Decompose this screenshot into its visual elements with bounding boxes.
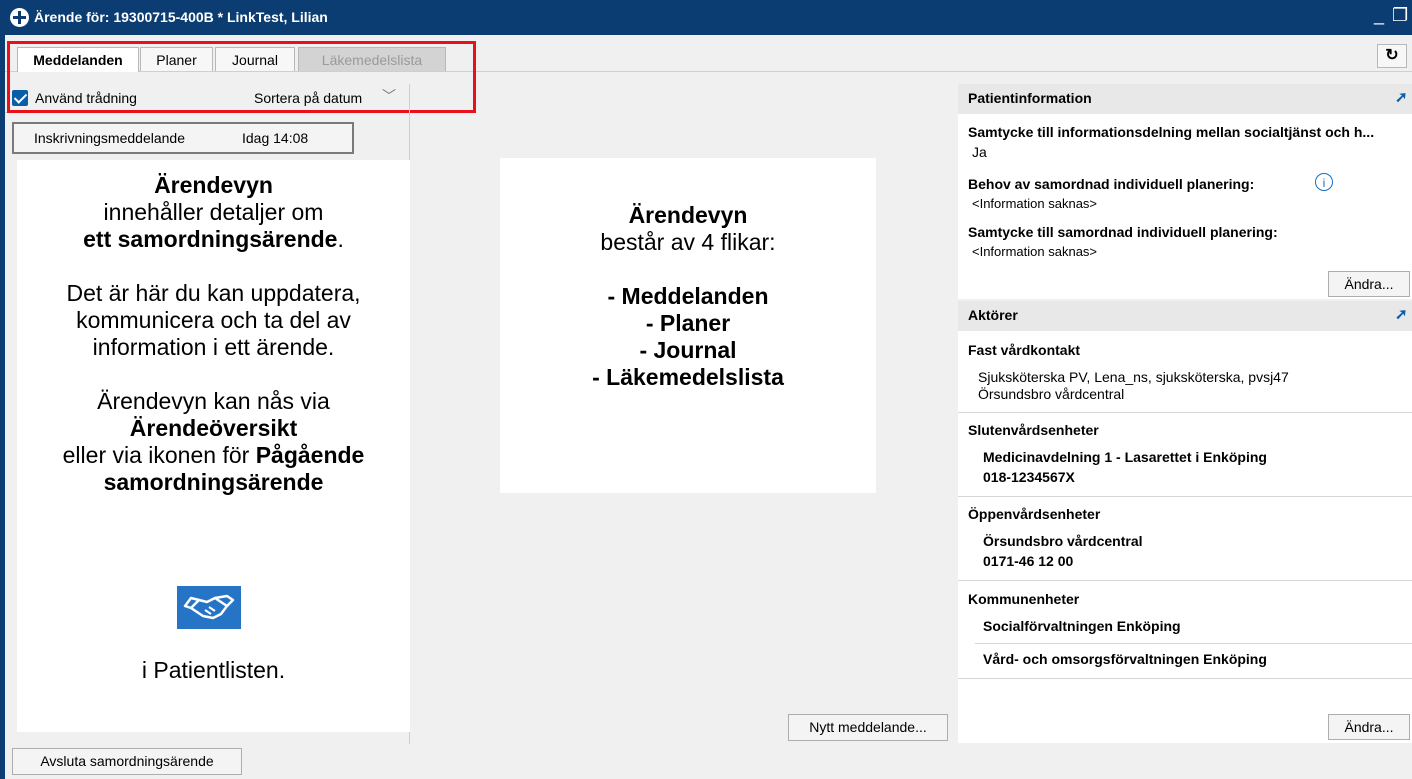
callout-center-item: - Journal (639, 337, 737, 363)
info-icon[interactable]: i (1315, 173, 1333, 191)
callout-left-emph: samordningsärende (103, 469, 324, 495)
callout-left: Ärendevyn innehåller detaljer om ett sam… (17, 160, 410, 732)
handshake-icon (177, 586, 241, 629)
callout-left-emph: ett samordningsärende (83, 226, 338, 252)
patient-info-header: Patientinformation (958, 84, 1412, 114)
municipal-unit-1: Socialförvaltningen Enköping (983, 618, 1181, 634)
municipal-label: Kommunenheter (968, 591, 1080, 607)
fast-contact-unit: Örsundsbro vårdcentral (978, 386, 1125, 402)
actors-edit-button[interactable]: Ändra... (1328, 714, 1410, 740)
outpatient-name: Örsundsbro vårdcentral (983, 533, 1143, 549)
divider (958, 412, 1412, 413)
need-value: <Information saknas> (972, 196, 1098, 211)
need-label: Behov av samordnad individuell planering… (968, 176, 1255, 192)
message-time: Idag 14:08 (242, 130, 309, 146)
callout-left-line: eller via ikonen för (62, 442, 256, 468)
callout-left-emph: Ärendeöversikt (129, 415, 298, 441)
callout-center-item: - Läkemedelslista (592, 364, 784, 390)
tabs-highlight-frame (7, 41, 476, 113)
fast-contact-name: Sjuksköterska PV, Lena_ns, sjuksköterska… (978, 369, 1289, 385)
callout-left-punct: . (337, 226, 344, 252)
callout-center: Ärendevyn består av 4 flikar: - Meddelan… (500, 158, 876, 493)
divider (958, 580, 1412, 581)
message-title: Inskrivningsmeddelande (34, 130, 185, 146)
callout-left-line: information i ett ärende. (92, 334, 335, 360)
minimize-icon[interactable]: _ (1374, 5, 1384, 26)
callout-left-heading: Ärendevyn (154, 172, 273, 198)
callout-center-line: består av 4 flikar: (600, 229, 776, 255)
pin-icon[interactable]: ➚ (1395, 88, 1408, 106)
divider (975, 643, 1412, 644)
outpatient-phone: 0171-46 12 00 (983, 553, 1074, 569)
callout-left-line: kommunicera och ta del av (76, 307, 351, 333)
divider (958, 496, 1412, 497)
callout-center-item: - Planer (645, 310, 731, 336)
sip-consent-value: <Information saknas> (972, 244, 1098, 259)
new-message-button[interactable]: Nytt meddelande... (788, 714, 948, 741)
inpatient-name: Medicinavdelning 1 - Lasarettet i Enköpi… (983, 449, 1267, 465)
window-title: Ärende för: 19300715-400B * LinkTest, Li… (34, 9, 328, 25)
inpatient-label: Slutenvårdsenheter (968, 422, 1099, 438)
patient-info-edit-button[interactable]: Ändra... (1328, 271, 1410, 297)
consent-label: Samtycke till informationsdelning mellan… (968, 124, 1375, 140)
callout-left-line: innehåller detaljer om (103, 199, 324, 225)
actors-title: Aktörer (968, 307, 1018, 323)
callout-left-line: Det är här du kan uppdatera, (66, 280, 361, 306)
callout-center-heading: Ärendevyn (628, 202, 748, 228)
close-case-button[interactable]: Avsluta samordningsärende (12, 748, 242, 775)
divider (958, 678, 1412, 679)
callout-left-line: i Patientlisten. (141, 657, 286, 683)
restore-icon[interactable]: ❐ (1392, 5, 1408, 26)
list-item[interactable]: Inskrivningsmeddelande Idag 14:08 (12, 122, 354, 154)
callout-left-line: Ärendevyn kan nås via (97, 388, 330, 414)
refresh-icon[interactable]: ↻ (1377, 44, 1407, 68)
outpatient-label: Öppenvårdsenheter (968, 506, 1101, 522)
window-title-bar: Ärende för: 19300715-400B * LinkTest, Li… (0, 0, 1412, 35)
inpatient-phone: 018-1234567X (983, 469, 1075, 485)
fast-contact-label: Fast vårdkontakt (968, 342, 1081, 358)
sip-consent-label: Samtycke till samordnad individuell plan… (968, 224, 1278, 240)
window-left-border (0, 35, 5, 779)
municipal-unit-2: Vård- och omsorgsförvaltningen Enköping (983, 651, 1267, 667)
app-cross-icon (10, 8, 29, 27)
callout-left-emph: Pågående (255, 442, 365, 468)
callout-center-item: - Meddelanden (607, 283, 769, 309)
consent-value: Ja (972, 144, 987, 160)
patient-info-title: Patientinformation (968, 90, 1092, 106)
pin-icon[interactable]: ➚ (1395, 305, 1408, 323)
actors-header: Aktörer (958, 301, 1412, 331)
